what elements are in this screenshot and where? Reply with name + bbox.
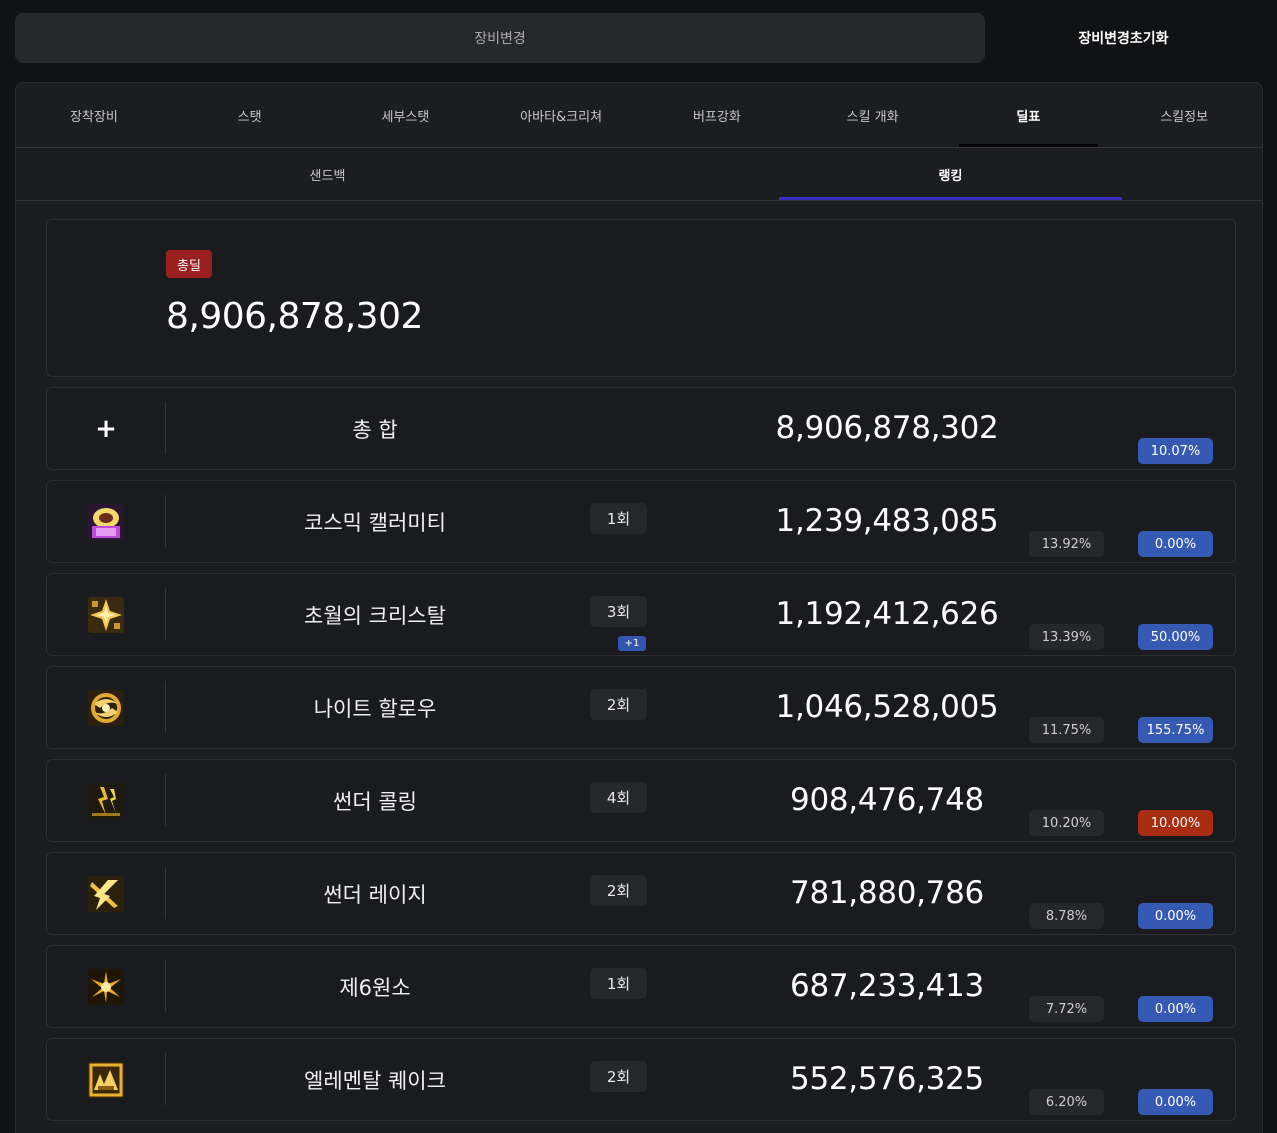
- tab-skill-info[interactable]: 스킬정보: [1106, 83, 1262, 147]
- skill-damage: 552,576,325: [790, 1061, 984, 1097]
- skill-hit-count: 1회: [590, 968, 647, 999]
- skill-damage: 781,880,786: [790, 875, 984, 911]
- skill-damage-share: 10.20%: [1029, 810, 1104, 836]
- skill-damage: 1,046,528,005: [775, 689, 999, 725]
- summary-name: 총 합: [352, 417, 398, 442]
- skill-buff-badge: 0.00%: [1138, 531, 1213, 557]
- skill-damage-share: 7.72%: [1029, 996, 1104, 1022]
- skill-damage-share: 13.39%: [1029, 624, 1104, 650]
- tab-detail-stats[interactable]: 세부스탯: [328, 83, 484, 147]
- summary-damage: 8,906,878,302: [775, 410, 999, 446]
- total-damage-card: 총딜 8,906,878,302: [46, 219, 1236, 377]
- summary-row: + 총 합 8,906,878,302 10.07%: [46, 387, 1236, 470]
- skill-hit-count: 4회: [590, 782, 647, 813]
- skill-name: 나이트 할로우: [313, 696, 437, 721]
- skill-hit-count: 3회: [590, 596, 647, 627]
- tab-skill-bloom[interactable]: 스킬 개화: [795, 83, 951, 147]
- skill-name: 초월의 크리스탈: [304, 603, 446, 628]
- skill-name: 코스믹 캘러미티: [304, 510, 446, 535]
- skill-damage: 687,233,413: [790, 968, 984, 1004]
- skill-buff-badge: 10.00%: [1138, 810, 1213, 836]
- summary-buff-badge: 10.07%: [1138, 438, 1213, 464]
- skill-name: 썬더 콜링: [333, 789, 417, 814]
- skill-row: 초월의 크리스탈 3회 +1 1,192,412,626 13.39% 50.0…: [46, 573, 1236, 656]
- skill-buff-badge: 50.00%: [1138, 624, 1213, 650]
- tab-sandbag[interactable]: 샌드백: [16, 148, 639, 200]
- sub-tab-bar: 샌드백 랭킹: [16, 148, 1262, 201]
- skill-row: 썬더 콜링 4회 908,476,748 10.20% 10.00%: [46, 759, 1236, 842]
- skill-damage-share: 11.75%: [1029, 717, 1104, 743]
- total-damage-badge: 총딜: [166, 250, 212, 278]
- main-tab-bar: 장착장비 스탯 세부스탯 아바타&크리쳐 버프강화 스킬 개화 딜표 스킬정보: [16, 83, 1262, 148]
- skill-row: 제6원소 1회 687,233,413 7.72% 0.00%: [46, 945, 1236, 1028]
- skill-damage-share: 13.92%: [1029, 531, 1104, 557]
- transcendent-crystal-icon: [88, 596, 124, 633]
- tab-avatar-creature[interactable]: 아바타&크리쳐: [483, 83, 639, 147]
- reset-equipment-button[interactable]: 장비변경초기화: [985, 13, 1262, 63]
- skill-hit-count: 2회: [590, 875, 647, 906]
- skill-damage: 1,192,412,626: [775, 596, 999, 632]
- elemental-quake-icon: [88, 1061, 124, 1098]
- tab-buff-enhance[interactable]: 버프강화: [639, 83, 795, 147]
- cosmic-calamity-icon: [88, 503, 124, 540]
- skill-hit-count: 2회: [590, 689, 647, 720]
- skill-damage: 1,239,483,085: [775, 503, 999, 539]
- sixth-element-icon: [88, 968, 124, 1005]
- skill-damage-share: 6.20%: [1029, 1089, 1104, 1115]
- tab-stats[interactable]: 스탯: [172, 83, 328, 147]
- tab-ranking[interactable]: 랭킹: [639, 148, 1262, 200]
- night-hollow-icon: [88, 689, 124, 726]
- skill-name: 엘레멘탈 퀘이크: [304, 1068, 446, 1093]
- skill-buff-badge: 155.75%: [1138, 717, 1213, 743]
- skill-row: 나이트 할로우 2회 1,046,528,005 11.75% 155.75%: [46, 666, 1236, 749]
- total-damage-value: 8,906,878,302: [166, 296, 423, 337]
- tab-equipped-gear[interactable]: 장착장비: [16, 83, 172, 147]
- skill-hit-count: 1회: [590, 503, 647, 534]
- skill-row: 썬더 레이지 2회 781,880,786 8.78% 0.00%: [46, 852, 1236, 935]
- skill-name: 제6원소: [339, 975, 411, 1000]
- tab-damage-table[interactable]: 딜표: [951, 83, 1107, 147]
- thunder-rage-icon: [88, 875, 124, 912]
- skill-buff-badge: 0.00%: [1138, 903, 1213, 929]
- change-equipment-button[interactable]: 장비변경: [15, 13, 985, 63]
- plus-icon: +: [95, 413, 117, 444]
- skill-damage: 908,476,748: [790, 782, 984, 818]
- main-panel: 장착장비 스탯 세부스탯 아바타&크리쳐 버프강화 스킬 개화 딜표 스킬정보 …: [15, 82, 1263, 1133]
- skill-extra-count-badge: +1: [618, 636, 646, 651]
- skill-hit-count: 2회: [590, 1061, 647, 1092]
- skill-row: 코스믹 캘러미티 1회 1,239,483,085 13.92% 0.00%: [46, 480, 1236, 563]
- skill-name: 썬더 레이지: [323, 882, 427, 907]
- skill-buff-badge: 0.00%: [1138, 1089, 1213, 1115]
- skill-row: 엘레멘탈 퀘이크 2회 552,576,325 6.20% 0.00%: [46, 1038, 1236, 1121]
- skill-buff-badge: 0.00%: [1138, 996, 1213, 1022]
- thunder-calling-icon: [88, 782, 124, 819]
- skill-damage-share: 8.78%: [1029, 903, 1104, 929]
